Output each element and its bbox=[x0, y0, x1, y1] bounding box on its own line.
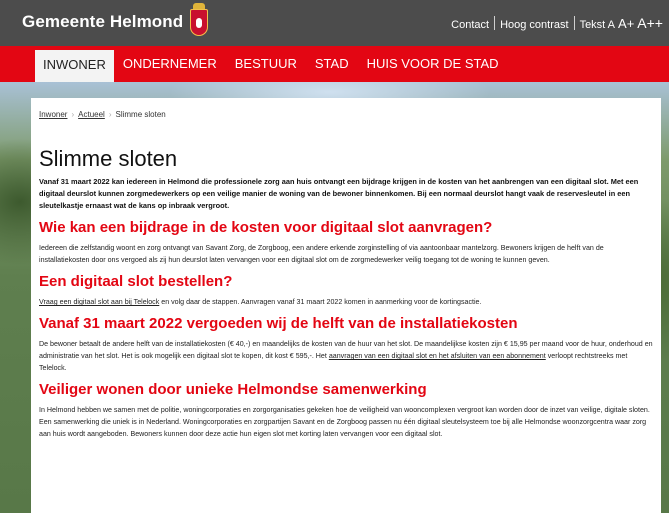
text-size-default[interactable]: Tekst A bbox=[580, 19, 615, 31]
text-size-plus[interactable]: A+ bbox=[618, 16, 634, 31]
high-contrast-link[interactable]: Hoog contrast bbox=[500, 19, 568, 31]
section-text-cooperation: In Helmond hebben we samen met de politi… bbox=[39, 406, 650, 438]
section-heading-costs: Vanaf 31 maart 2022 vergoeden wij de hel… bbox=[39, 315, 518, 332]
tab-stad[interactable]: STAD bbox=[306, 50, 358, 78]
lead-paragraph: Vanaf 31 maart 2022 kan iedereen in Helm… bbox=[39, 177, 639, 210]
content-panel: Inwoner › Actueel › Slimme sloten Slimme… bbox=[31, 98, 661, 513]
article: Slimme sloten Vanaf 31 maart 2022 kan ie… bbox=[39, 146, 654, 440]
main-nav: INWONER ONDERNEMER BESTUUR STAD HUIS VOO… bbox=[0, 46, 669, 82]
coat-of-arms-icon[interactable] bbox=[190, 3, 208, 36]
breadcrumb-link-inwoner[interactable]: Inwoner bbox=[39, 110, 67, 119]
subscription-link[interactable]: aanvragen van een digitaal slot en het a… bbox=[329, 352, 546, 360]
section-text-costs: De bewoner betaalt de andere helft van d… bbox=[39, 338, 654, 374]
order-text: en volg daar de stappen. Aanvragen vanaf… bbox=[159, 298, 482, 306]
tab-inwoner[interactable]: INWONER bbox=[35, 50, 114, 82]
tab-bestuur[interactable]: BESTUUR bbox=[226, 50, 306, 78]
chevron-right-icon: › bbox=[108, 110, 112, 119]
divider bbox=[494, 16, 496, 30]
section-text-eligibility: Iedereen die zelfstandig woont en zorg o… bbox=[39, 244, 604, 264]
breadcrumb-link-actueel[interactable]: Actueel bbox=[78, 110, 105, 119]
breadcrumb: Inwoner › Actueel › Slimme sloten bbox=[39, 110, 166, 119]
top-bar: Gemeente Helmond Contact Hoog contrast T… bbox=[0, 0, 669, 46]
chevron-right-icon: › bbox=[71, 110, 75, 119]
contact-link[interactable]: Contact bbox=[451, 19, 489, 31]
text-size-plusplus[interactable]: A++ bbox=[637, 15, 663, 31]
section-heading-eligibility: Wie kan een bijdrage in de kosten voor d… bbox=[39, 219, 493, 236]
section-heading-cooperation: Veiliger wonen door unieke Helmondse sam… bbox=[39, 381, 427, 398]
telelock-order-link[interactable]: Vraag een digitaal slot aan bij Telelock bbox=[39, 298, 159, 306]
section-heading-order: Een digitaal slot bestellen? bbox=[39, 273, 233, 290]
section-text-order: Vraag een digitaal slot aan bij Telelock… bbox=[39, 296, 654, 308]
page-title: Slimme sloten bbox=[39, 146, 178, 171]
breadcrumb-current: Slimme sloten bbox=[115, 110, 166, 119]
tab-huis-voor-de-stad[interactable]: HUIS VOOR DE STAD bbox=[358, 50, 508, 78]
site-brand[interactable]: Gemeente Helmond bbox=[22, 12, 183, 32]
tab-ondernemer[interactable]: ONDERNEMER bbox=[114, 50, 226, 78]
utility-links: Contact Hoog contrast Tekst A A+ A++ bbox=[451, 15, 663, 31]
divider bbox=[573, 16, 575, 30]
